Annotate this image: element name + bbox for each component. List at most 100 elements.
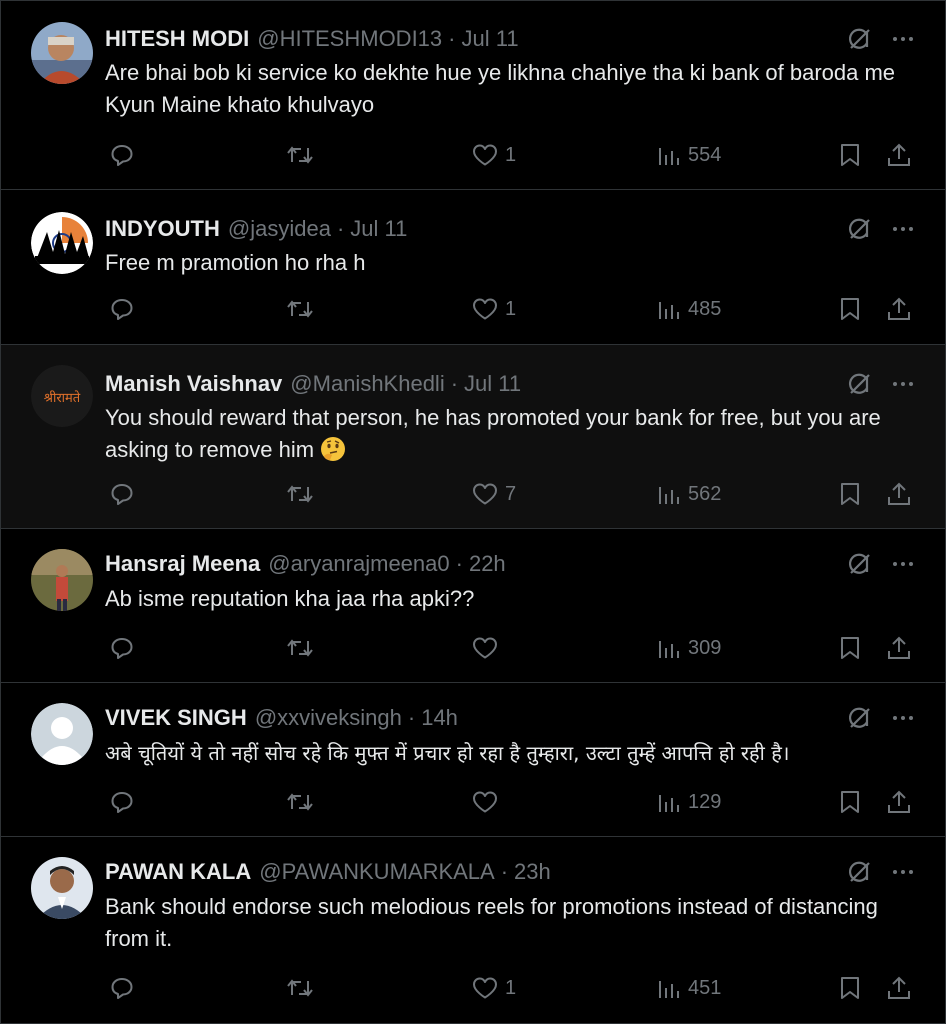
tweet-header: HITESH MODI @HITESHMODI13 · Jul 11 bbox=[105, 24, 519, 54]
more-icon[interactable] bbox=[891, 217, 915, 241]
reply-button[interactable] bbox=[109, 633, 135, 663]
views-button[interactable]: 451 bbox=[656, 973, 721, 1003]
grok-icon[interactable] bbox=[847, 216, 873, 242]
bookmark-button[interactable] bbox=[838, 787, 862, 817]
heart-icon bbox=[471, 635, 499, 661]
reply-icon bbox=[109, 296, 135, 322]
bookmark-button[interactable] bbox=[838, 140, 862, 170]
retweet-button[interactable] bbox=[285, 140, 315, 170]
author-name[interactable]: HITESH MODI bbox=[105, 24, 249, 54]
share-button[interactable] bbox=[886, 479, 912, 509]
avatar[interactable] bbox=[31, 212, 93, 274]
timestamp[interactable]: 22h bbox=[469, 549, 506, 579]
like-button[interactable] bbox=[471, 633, 505, 663]
more-icon[interactable] bbox=[891, 372, 915, 396]
tweet-text: अबे चूतियों ये तो नहीं सोच रहे कि मुफ्त … bbox=[105, 741, 790, 765]
bookmark-button[interactable] bbox=[838, 633, 862, 663]
view-count: 309 bbox=[688, 636, 722, 659]
author-name[interactable]: Manish Vaishnav bbox=[105, 369, 282, 399]
author-handle[interactable]: @ManishKhedli bbox=[290, 369, 444, 399]
author-name[interactable]: Hansraj Meena bbox=[105, 549, 260, 579]
views-button[interactable]: 129 bbox=[656, 787, 721, 817]
author-handle[interactable]: @aryanrajmeena0 bbox=[268, 549, 449, 579]
author-handle[interactable]: @PAWANKUMARKALA bbox=[259, 857, 494, 887]
retweet-button[interactable] bbox=[285, 633, 315, 663]
reply-icon bbox=[109, 975, 135, 1001]
tweet[interactable]: HITESH MODI @HITESHMODI13 · Jul 11 Are b… bbox=[1, 0, 945, 190]
heart-icon bbox=[471, 975, 499, 1001]
bookmark-button[interactable] bbox=[838, 479, 862, 509]
author-name[interactable]: VIVEK SINGH bbox=[105, 703, 247, 733]
grok-icon[interactable] bbox=[847, 551, 873, 577]
more-icon[interactable] bbox=[891, 27, 915, 51]
like-button[interactable]: 7 bbox=[471, 479, 516, 509]
retweet-button[interactable] bbox=[285, 787, 315, 817]
like-button[interactable]: 1 bbox=[471, 140, 516, 170]
timestamp[interactable]: 23h bbox=[514, 857, 551, 887]
share-button[interactable] bbox=[886, 633, 912, 663]
reply-button[interactable] bbox=[109, 787, 135, 817]
default-avatar-icon bbox=[31, 703, 93, 765]
more-icon[interactable] bbox=[891, 552, 915, 576]
grok-icon[interactable] bbox=[847, 859, 873, 885]
tweet[interactable]: श्रीरामते Manish Vaishnav @ManishKhedli … bbox=[1, 345, 945, 529]
like-button[interactable]: 1 bbox=[471, 294, 516, 324]
views-button[interactable]: 562 bbox=[656, 479, 721, 509]
retweet-button[interactable] bbox=[285, 294, 315, 324]
like-button[interactable] bbox=[471, 787, 505, 817]
grok-icon[interactable] bbox=[847, 26, 873, 52]
tweet-text: Free m pramotion ho rha h bbox=[105, 250, 366, 275]
avatar[interactable] bbox=[31, 549, 93, 611]
tweet-tools bbox=[847, 26, 915, 52]
reply-button[interactable] bbox=[109, 973, 135, 1003]
share-button[interactable] bbox=[886, 787, 912, 817]
share-button[interactable] bbox=[886, 140, 912, 170]
share-button[interactable] bbox=[886, 294, 912, 324]
bookmark-button[interactable] bbox=[838, 973, 862, 1003]
author-handle[interactable]: @HITESHMODI13 bbox=[257, 24, 442, 54]
reply-button[interactable] bbox=[109, 294, 135, 324]
bookmark-button[interactable] bbox=[838, 294, 862, 324]
views-button[interactable]: 309 bbox=[656, 633, 721, 663]
avatar[interactable] bbox=[31, 22, 93, 84]
timestamp[interactable]: Jul 11 bbox=[350, 214, 407, 244]
heart-icon bbox=[471, 296, 499, 322]
retweet-button[interactable] bbox=[285, 479, 315, 509]
retweet-button[interactable] bbox=[285, 973, 315, 1003]
like-button[interactable]: 1 bbox=[471, 973, 516, 1003]
tweet[interactable]: INDYOUTH @jasyidea · Jul 11 Free m pramo… bbox=[1, 190, 945, 345]
reply-button[interactable] bbox=[109, 140, 135, 170]
separator-dot: · bbox=[336, 216, 345, 241]
views-button[interactable]: 554 bbox=[656, 140, 721, 170]
timestamp[interactable]: Jul 11 bbox=[461, 24, 518, 54]
view-count: 129 bbox=[688, 790, 722, 813]
avatar[interactable] bbox=[31, 703, 93, 765]
author-name[interactable]: PAWAN KALA bbox=[105, 857, 251, 887]
view-count: 554 bbox=[688, 143, 722, 166]
more-icon[interactable] bbox=[891, 706, 915, 730]
author-handle[interactable]: @xxviveksingh bbox=[255, 703, 402, 733]
share-icon bbox=[886, 142, 912, 168]
share-icon bbox=[886, 296, 912, 322]
retweet-icon bbox=[285, 481, 315, 507]
reply-button[interactable] bbox=[109, 479, 135, 509]
views-button[interactable]: 485 bbox=[656, 294, 721, 324]
grok-icon[interactable] bbox=[847, 371, 873, 397]
view-count: 485 bbox=[688, 297, 722, 320]
timestamp[interactable]: Jul 11 bbox=[464, 369, 521, 399]
grok-icon[interactable] bbox=[847, 705, 873, 731]
heart-icon bbox=[471, 789, 499, 815]
tweet[interactable]: PAWAN KALA @PAWANKUMARKALA · 23h Bank sh… bbox=[1, 837, 945, 1023]
bookmark-icon bbox=[838, 635, 862, 661]
avatar[interactable] bbox=[31, 857, 93, 919]
author-handle[interactable]: @jasyidea bbox=[228, 214, 331, 244]
timestamp[interactable]: 14h bbox=[421, 703, 458, 733]
bookmark-icon bbox=[838, 789, 862, 815]
author-name[interactable]: INDYOUTH bbox=[105, 214, 220, 244]
share-button[interactable] bbox=[886, 973, 912, 1003]
more-icon[interactable] bbox=[891, 860, 915, 884]
tweet[interactable]: VIVEK SINGH @xxviveksingh · 14h अबे चूति… bbox=[1, 683, 945, 837]
reply-icon bbox=[109, 635, 135, 661]
avatar[interactable]: श्रीरामते bbox=[31, 365, 93, 427]
tweet[interactable]: Hansraj Meena @aryanrajmeena0 · 22h Ab i… bbox=[1, 529, 945, 683]
